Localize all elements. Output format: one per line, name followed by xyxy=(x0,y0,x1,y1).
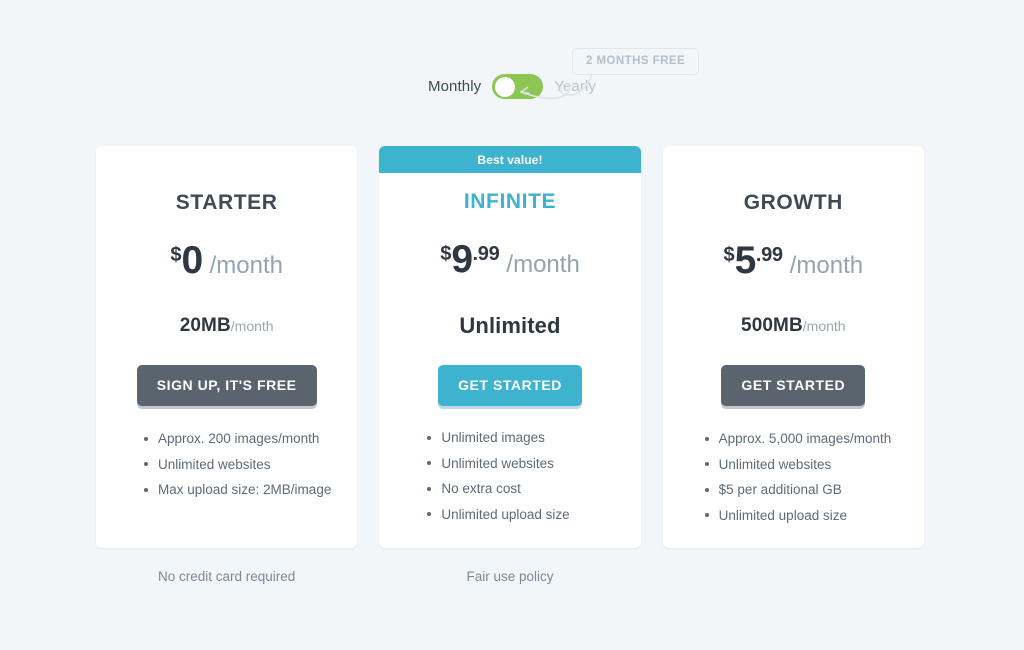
cta-button-growth[interactable]: GET STARTED xyxy=(721,365,866,406)
list-item: Unlimited images xyxy=(427,431,622,445)
price-period: /month xyxy=(209,252,284,279)
billing-cycle-toggle[interactable] xyxy=(492,74,544,99)
pricing-card-growth[interactable]: GROWTH $5.99 /month 500MB/month GET STAR… xyxy=(662,146,924,548)
list-item: No extra cost xyxy=(427,482,622,496)
list-item: Unlimited upload size xyxy=(427,507,622,522)
billing-cycle-switcher: Monthly Yearly xyxy=(0,74,1024,99)
cta-button-starter[interactable]: SIGN UP, IT'S FREE xyxy=(136,365,317,406)
price-currency: $ xyxy=(170,244,182,266)
feature-list-starter: Approx. 200 images/month Unlimited websi… xyxy=(114,432,339,509)
plan-name-starter: STARTER xyxy=(175,191,278,214)
storage-unit: /month xyxy=(802,318,846,334)
cta-button-infinite[interactable]: GET STARTED xyxy=(438,365,582,406)
price-cents: .99 xyxy=(472,243,500,265)
promo-badge-2-months-free: 2 MONTHS FREE xyxy=(572,48,700,75)
list-item: Approx. 5,000 images/month xyxy=(704,432,906,446)
plan-storage-infinite: Unlimited xyxy=(459,315,560,337)
price-currency: $ xyxy=(440,243,452,265)
card-body-starter: STARTER $0 /month 20MB/month SIGN UP, IT… xyxy=(96,146,357,548)
plan-price-infinite: $9.99 /month xyxy=(440,240,580,279)
pricing-card-starter[interactable]: STARTER $0 /month 20MB/month SIGN UP, IT… xyxy=(96,146,358,548)
list-item: Unlimited websites xyxy=(427,456,622,471)
footnote-infinite: Fair use policy xyxy=(466,569,554,584)
pricing-footnotes: No credit card required Fair use policy xyxy=(96,570,924,584)
list-item: Unlimited websites xyxy=(704,457,906,472)
list-item: Unlimited websites xyxy=(144,457,339,472)
storage-value: Unlimited xyxy=(459,313,561,338)
best-value-ribbon: Best value! xyxy=(379,146,641,173)
feature-list-growth: Approx. 5,000 images/month Unlimited web… xyxy=(681,432,906,534)
plan-storage-growth: 500MB/month xyxy=(741,316,846,335)
card-body-growth: GROWTH $5.99 /month 500MB/month GET STAR… xyxy=(663,146,924,548)
billing-yearly-label[interactable]: Yearly xyxy=(554,79,596,94)
storage-value: 20MB xyxy=(179,315,231,336)
pricing-card-infinite[interactable]: Best value! INFINITE $9.99 /month Unlimi… xyxy=(379,146,641,548)
pricing-cards-container: STARTER $0 /month 20MB/month SIGN UP, IT… xyxy=(96,146,924,548)
price-currency: $ xyxy=(723,244,735,266)
footnote-starter: No credit card required xyxy=(158,569,296,584)
plan-name-growth: GROWTH xyxy=(743,191,843,214)
list-item: Unlimited upload size xyxy=(704,508,906,523)
list-item: Approx. 200 images/month xyxy=(144,432,339,446)
price-cents: .99 xyxy=(755,244,783,266)
price-period: /month xyxy=(789,252,864,279)
billing-cycle-inner: Monthly Yearly xyxy=(428,74,596,99)
plan-storage-starter: 20MB/month xyxy=(180,316,274,335)
price-amount: 0 xyxy=(181,239,203,282)
plan-price-starter: $0 /month xyxy=(170,241,283,280)
storage-value: 500MB xyxy=(741,315,803,336)
list-item: $5 per additional GB xyxy=(704,483,906,497)
price-amount: 9 xyxy=(451,238,473,281)
toggle-knob xyxy=(494,76,515,97)
list-item: Max upload size: 2MB/image xyxy=(144,483,339,497)
price-period: /month xyxy=(506,251,580,278)
footnote-growth xyxy=(663,570,924,584)
storage-unit: /month xyxy=(230,318,274,334)
billing-monthly-label[interactable]: Monthly xyxy=(428,79,481,94)
card-body-infinite: INFINITE $9.99 /month Unlimited GET STAR… xyxy=(379,173,640,548)
price-amount: 5 xyxy=(734,239,757,282)
plan-price-growth: $5.99 /month xyxy=(724,241,864,280)
feature-list-infinite: Unlimited images Unlimited websites No e… xyxy=(397,431,622,533)
plan-name-infinite: INFINITE xyxy=(463,190,557,213)
